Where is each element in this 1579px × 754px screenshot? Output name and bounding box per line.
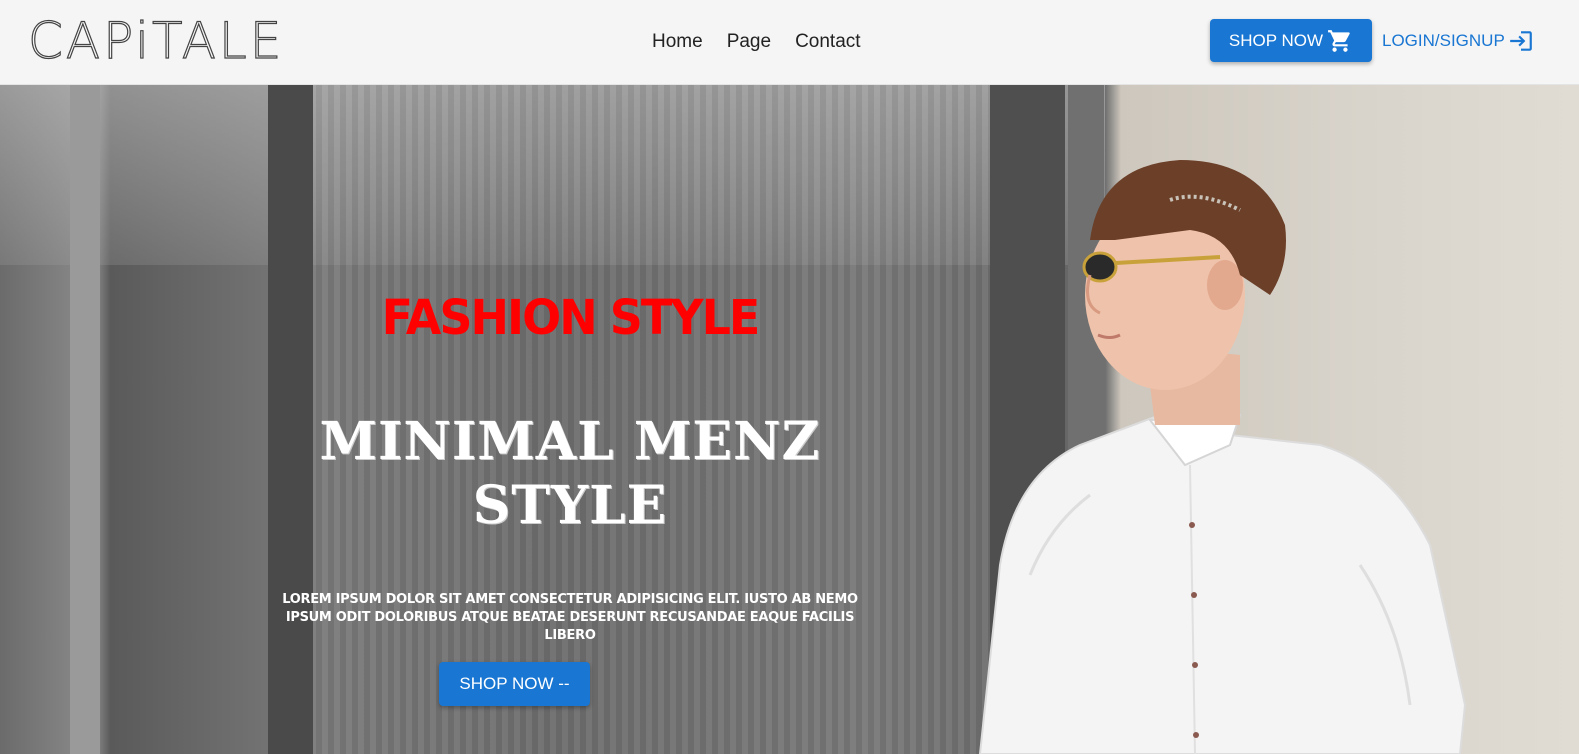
background-pillar — [70, 85, 100, 754]
hero-headline-line1: MINIMAL MENZ — [319, 411, 821, 472]
nav-link-page[interactable]: Page — [727, 31, 771, 53]
nav-links: Home Page Contact — [652, 31, 861, 53]
hero-banner: FASHION STYLE MINIMAL MENZ STYLE LOREM I… — [0, 85, 1579, 754]
login-signup-button[interactable]: LOGIN/SIGNUP — [1382, 24, 1534, 58]
login-signup-label: LOGIN/SIGNUP — [1382, 31, 1505, 50]
shopping-cart-icon — [1328, 29, 1350, 52]
navbar: CAPiTALE Home Page Contact SHOP NOW LOGI… — [0, 0, 1579, 85]
nav-link-contact[interactable]: Contact — [795, 31, 860, 53]
hero-shop-now-button[interactable]: SHOP NOW -- — [439, 662, 590, 706]
model-photo — [978, 160, 1467, 754]
logo[interactable]: CAPiTALE — [27, 11, 284, 70]
shop-now-button[interactable]: SHOP NOW — [1210, 19, 1372, 62]
login-icon — [1509, 31, 1532, 51]
nav-link-home[interactable]: Home — [652, 31, 703, 53]
hero-headline-line2: STYLE — [472, 475, 668, 536]
hero-headline: MINIMAL MENZ STYLE — [290, 410, 850, 538]
hero-tagline: FASHION STYLE — [381, 288, 761, 346]
hero-description: LOREM IPSUM DOLOR SIT AMET CONSECTETUR A… — [282, 592, 858, 643]
shop-now-label: SHOP NOW — [1228, 30, 1324, 50]
